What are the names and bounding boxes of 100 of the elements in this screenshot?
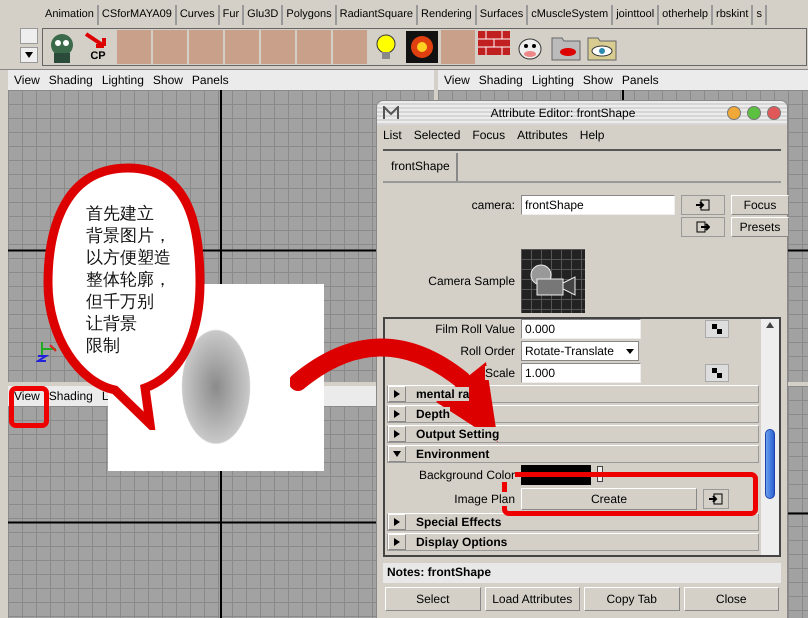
shelf-tab[interactable]: s [753,5,767,25]
photo-placeholder [225,30,259,64]
expand-toggle[interactable] [388,446,406,462]
output-icon [696,221,710,233]
section-header[interactable]: Environment [387,445,759,463]
menu-item[interactable]: Panels [192,73,229,87]
shelf-tab[interactable]: jointtool [613,5,660,25]
photo-placeholder [189,30,223,64]
photo-placeholder [333,30,367,64]
sample-label: Camera Sample [428,274,515,288]
window-title: Attribute Editor: frontShape [490,106,636,120]
right-triangle-icon [393,410,401,418]
photo-placeholder [297,30,331,64]
shelf-tab[interactable]: rbskint [713,5,754,25]
shelf-tab[interactable]: Animation [42,5,99,25]
menu-item[interactable]: Lighting [532,73,574,87]
checker-icon [712,324,722,334]
focus-button[interactable]: Focus [731,195,789,215]
callout-text: 首先建立 背景图片， 以方便塑造 整体轮廓， 但千万别 让背景 限制 [86,203,172,357]
link-button[interactable] [703,489,729,509]
attribute-label: Scale [484,366,515,380]
swirl-icon [406,31,438,63]
menu-item[interactable]: L [102,389,109,403]
right-triangle-icon [393,390,401,398]
shelf-tab[interactable]: Rendering [418,5,477,25]
app-logo-icon [383,106,399,120]
section-header[interactable]: Display Options [387,533,759,551]
section-header[interactable]: Output Setting [387,425,759,443]
input-icon [709,493,723,505]
shelf-tab[interactable]: RadiantSquare [336,5,418,25]
footer-button[interactable]: Select [385,587,480,611]
menu-item[interactable]: Shading [478,73,523,87]
section-header[interactable]: Special Effects [387,513,759,531]
menu-item[interactable]: View [14,73,40,87]
map-button[interactable] [705,364,729,382]
up-arrow-icon [766,321,774,329]
number-field[interactable]: 0.000 [521,319,641,339]
shelf-button[interactable]: CP [81,30,115,64]
expand-toggle[interactable] [388,426,406,442]
shelf-tab[interactable]: Polygons [283,5,337,25]
shelf-menu-button[interactable] [20,47,38,63]
down-triangle-icon [393,450,401,458]
input-icon [696,199,710,211]
shelf-tab[interactable]: Fur [220,5,244,25]
photo-placeholder [261,30,295,64]
menu-item[interactable]: Lighting [102,73,144,87]
menu-item[interactable]: Focus [472,128,506,142]
menu-item[interactable]: Selected [414,128,460,142]
input-button[interactable] [681,195,725,215]
right-triangle-icon [393,430,401,438]
attribute-label: Image Plan [454,492,515,506]
right-triangle-icon [393,518,401,526]
scroll-thumb[interactable] [765,429,775,499]
menu-item[interactable]: View [14,389,40,403]
map-button[interactable] [705,320,729,338]
presets-button[interactable]: Presets [731,217,789,237]
photo-placeholder [153,30,187,64]
footer-button[interactable]: Copy Tab [584,587,680,611]
number-field[interactable]: 1.000 [521,363,641,383]
shelf-tab[interactable]: Glu3D [244,5,284,25]
footer-button[interactable]: Close [684,587,779,611]
menu-item[interactable]: Shading [48,389,93,403]
shelf-field[interactable] [20,28,38,44]
menu-item[interactable]: Show [582,73,613,87]
notes-label: Notes: frontShape [383,563,781,583]
shelf-tab[interactable]: cMuscleSystem [528,5,614,25]
checker-icon [712,368,722,378]
menu-item[interactable]: Panels [622,73,659,87]
down-triangle-icon [25,51,33,59]
scrollbar[interactable] [761,319,779,555]
photo-placeholder [441,30,475,64]
highlight-frame [9,386,49,428]
attribute-label: Film Roll Value [435,322,515,336]
expand-toggle[interactable] [388,406,406,422]
maximize-button[interactable] [747,106,761,120]
create-button[interactable]: Create [521,488,697,510]
close-button[interactable] [767,106,781,120]
footer-button[interactable]: Load Attributes [484,587,580,611]
expand-toggle[interactable] [388,514,406,530]
shelf-tab[interactable]: Curves [176,5,220,25]
output-button[interactable] [681,217,725,237]
shelf-tab[interactable]: otherhelp [659,5,714,25]
menu-item[interactable]: View [444,73,470,87]
expand-toggle[interactable] [388,386,406,402]
attribute-label: Background Color [418,468,515,482]
shelf-tab[interactable]: CSforMAYA09 [98,5,177,25]
minimize-button[interactable] [727,106,741,120]
menu-item[interactable]: Attributes [517,128,568,142]
attribute-label: Roll Order [460,344,515,358]
menu-item[interactable]: Shading [48,73,93,87]
camera-field[interactable]: frontShape [521,195,675,215]
expand-toggle[interactable] [388,534,406,550]
menu-item[interactable]: Help [580,128,604,142]
right-triangle-icon [393,538,401,546]
menu-item[interactable]: Show [152,73,183,87]
shelf-tab[interactable]: Surfaces [476,5,528,25]
menu-item[interactable]: List [383,128,402,142]
shelf-button[interactable] [405,30,439,64]
dropdown[interactable]: Rotate-Translate [521,341,639,361]
photo-placeholder [117,30,151,64]
